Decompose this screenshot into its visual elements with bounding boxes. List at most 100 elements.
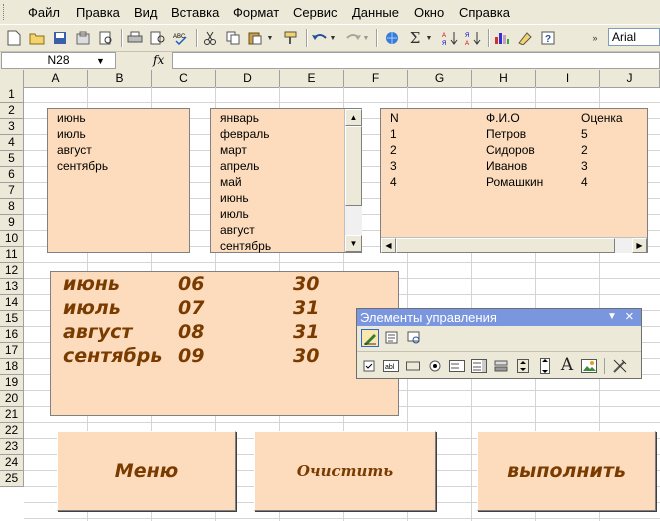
scroll-down-icon[interactable]: ▼ (345, 235, 362, 252)
font-name-box[interactable]: Arial (608, 28, 660, 46)
row-header[interactable]: 11 (0, 247, 24, 263)
months-listbox[interactable]: январь февраль март апрель май июнь июль… (210, 108, 362, 253)
sort-asc-icon[interactable]: AЯ (440, 28, 460, 48)
row-header[interactable]: 15 (0, 311, 24, 327)
design-mode-icon[interactable] (361, 329, 379, 347)
combobox-control-icon[interactable] (470, 357, 488, 375)
cell-grade[interactable]: 2 (581, 143, 588, 157)
menu-view[interactable]: Вид (134, 5, 158, 20)
scroll-right-icon[interactable]: ▶ (632, 238, 647, 253)
name-box-dropdown-icon[interactable]: ▼ (96, 56, 105, 66)
save-icon[interactable] (50, 28, 70, 48)
list-item[interactable]: июль (220, 207, 249, 221)
print-preview2-icon[interactable] (148, 28, 168, 48)
chart-wizard-icon[interactable] (492, 28, 512, 48)
properties-icon[interactable] (383, 329, 401, 347)
row-header[interactable]: 14 (0, 295, 24, 311)
row-header[interactable]: 2 (0, 103, 24, 119)
run-button[interactable]: выполнить (477, 431, 656, 511)
view-code-icon[interactable] (405, 329, 423, 347)
checkbox-control-icon[interactable] (360, 357, 378, 375)
menu-file[interactable]: Файл (28, 5, 60, 20)
image-control-icon[interactable] (580, 357, 598, 375)
menu-grip[interactable] (3, 4, 7, 20)
column-header[interactable]: A (24, 70, 88, 87)
row-header[interactable]: 4 (0, 135, 24, 151)
row-header[interactable]: 5 (0, 151, 24, 167)
column-header[interactable]: D (216, 70, 280, 87)
print-preview-icon[interactable] (96, 28, 116, 48)
horizontal-scrollbar[interactable]: ◀ ▶ (381, 237, 647, 253)
list-item[interactable]: март (220, 143, 247, 157)
cell-grade[interactable]: 3 (581, 159, 588, 173)
redo-icon[interactable] (343, 28, 363, 48)
select-all-corner[interactable] (0, 70, 24, 87)
insert-function-icon[interactable]: fx (153, 53, 164, 67)
row-header[interactable]: 21 (0, 407, 24, 423)
clear-button[interactable]: Очистить (254, 431, 436, 511)
list-item[interactable]: июль (57, 127, 86, 141)
row-header[interactable]: 9 (0, 215, 24, 231)
column-header[interactable]: G (408, 70, 472, 87)
open-icon[interactable] (27, 28, 47, 48)
cell-grade[interactable]: 5 (581, 127, 588, 141)
list-item[interactable]: май (220, 175, 242, 189)
formula-input[interactable] (172, 52, 660, 69)
row-header[interactable]: 23 (0, 439, 24, 455)
row-header[interactable]: 1 (0, 87, 24, 103)
row-header[interactable]: 8 (0, 199, 24, 215)
column-header[interactable]: I (536, 70, 600, 87)
hyperlink-icon[interactable] (382, 28, 402, 48)
cut-icon[interactable] (200, 28, 220, 48)
menu-help[interactable]: Справка (459, 5, 510, 20)
scroll-thumb[interactable] (396, 238, 615, 253)
menu-edit[interactable]: Правка (76, 5, 120, 20)
redo-dropdown-icon[interactable]: ▼ (362, 28, 370, 48)
toggle-button-control-icon[interactable] (492, 357, 510, 375)
column-header[interactable]: E (280, 70, 344, 87)
column-header[interactable]: C (152, 70, 216, 87)
grades-listbox[interactable]: N Ф.И.О Оценка 1 Петров 5 2 Сидоров 2 3 … (380, 108, 648, 253)
list-item[interactable]: август (220, 223, 255, 237)
sort-desc-icon[interactable]: ЯA (463, 28, 483, 48)
scroll-thumb[interactable] (345, 126, 362, 206)
cell-n[interactable]: 3 (390, 159, 397, 173)
paste-dropdown-icon[interactable]: ▼ (266, 28, 274, 48)
row-header[interactable]: 16 (0, 327, 24, 343)
column-header[interactable]: H (472, 70, 536, 87)
menu-format[interactable]: Формат (233, 5, 279, 20)
option-button-control-icon[interactable] (426, 357, 444, 375)
paste-icon[interactable] (246, 28, 266, 48)
autosum-icon[interactable]: Σ (405, 28, 425, 48)
close-icon[interactable]: × (625, 308, 634, 325)
list-item[interactable]: июнь (57, 111, 86, 125)
list-item[interactable]: август (57, 143, 92, 157)
row-header[interactable]: 3 (0, 119, 24, 135)
menu-insert[interactable]: Вставка (171, 5, 219, 20)
cell-name[interactable]: Иванов (486, 159, 527, 173)
listbox-control-icon[interactable] (448, 357, 466, 375)
list-item[interactable]: июнь (220, 191, 249, 205)
column-header[interactable]: F (344, 70, 408, 87)
new-icon[interactable] (4, 28, 24, 48)
list-item[interactable]: сентябрь (57, 159, 108, 173)
undo-icon[interactable] (310, 28, 330, 48)
row-header[interactable]: 18 (0, 359, 24, 375)
textbox-control-icon[interactable]: abl (382, 357, 400, 375)
scroll-left-icon[interactable]: ◀ (381, 238, 396, 253)
toolbar-options-icon[interactable]: » (585, 28, 605, 48)
spelling-icon[interactable]: ABC (171, 28, 191, 48)
button-control-icon[interactable] (404, 357, 422, 375)
row-header[interactable]: 7 (0, 183, 24, 199)
row-header[interactable]: 13 (0, 279, 24, 295)
row-header[interactable]: 20 (0, 391, 24, 407)
vertical-scrollbar[interactable]: ▲ ▼ (344, 109, 362, 252)
menu-tools[interactable]: Сервис (293, 5, 338, 20)
list-item[interactable]: февраль (220, 127, 270, 141)
column-header[interactable]: B (88, 70, 152, 87)
cell-n[interactable]: 1 (390, 127, 397, 141)
spin-button-control-icon[interactable] (514, 357, 532, 375)
menu-button[interactable]: Меню (57, 431, 236, 511)
scroll-up-icon[interactable]: ▲ (345, 109, 362, 126)
drawing-icon[interactable] (515, 28, 535, 48)
